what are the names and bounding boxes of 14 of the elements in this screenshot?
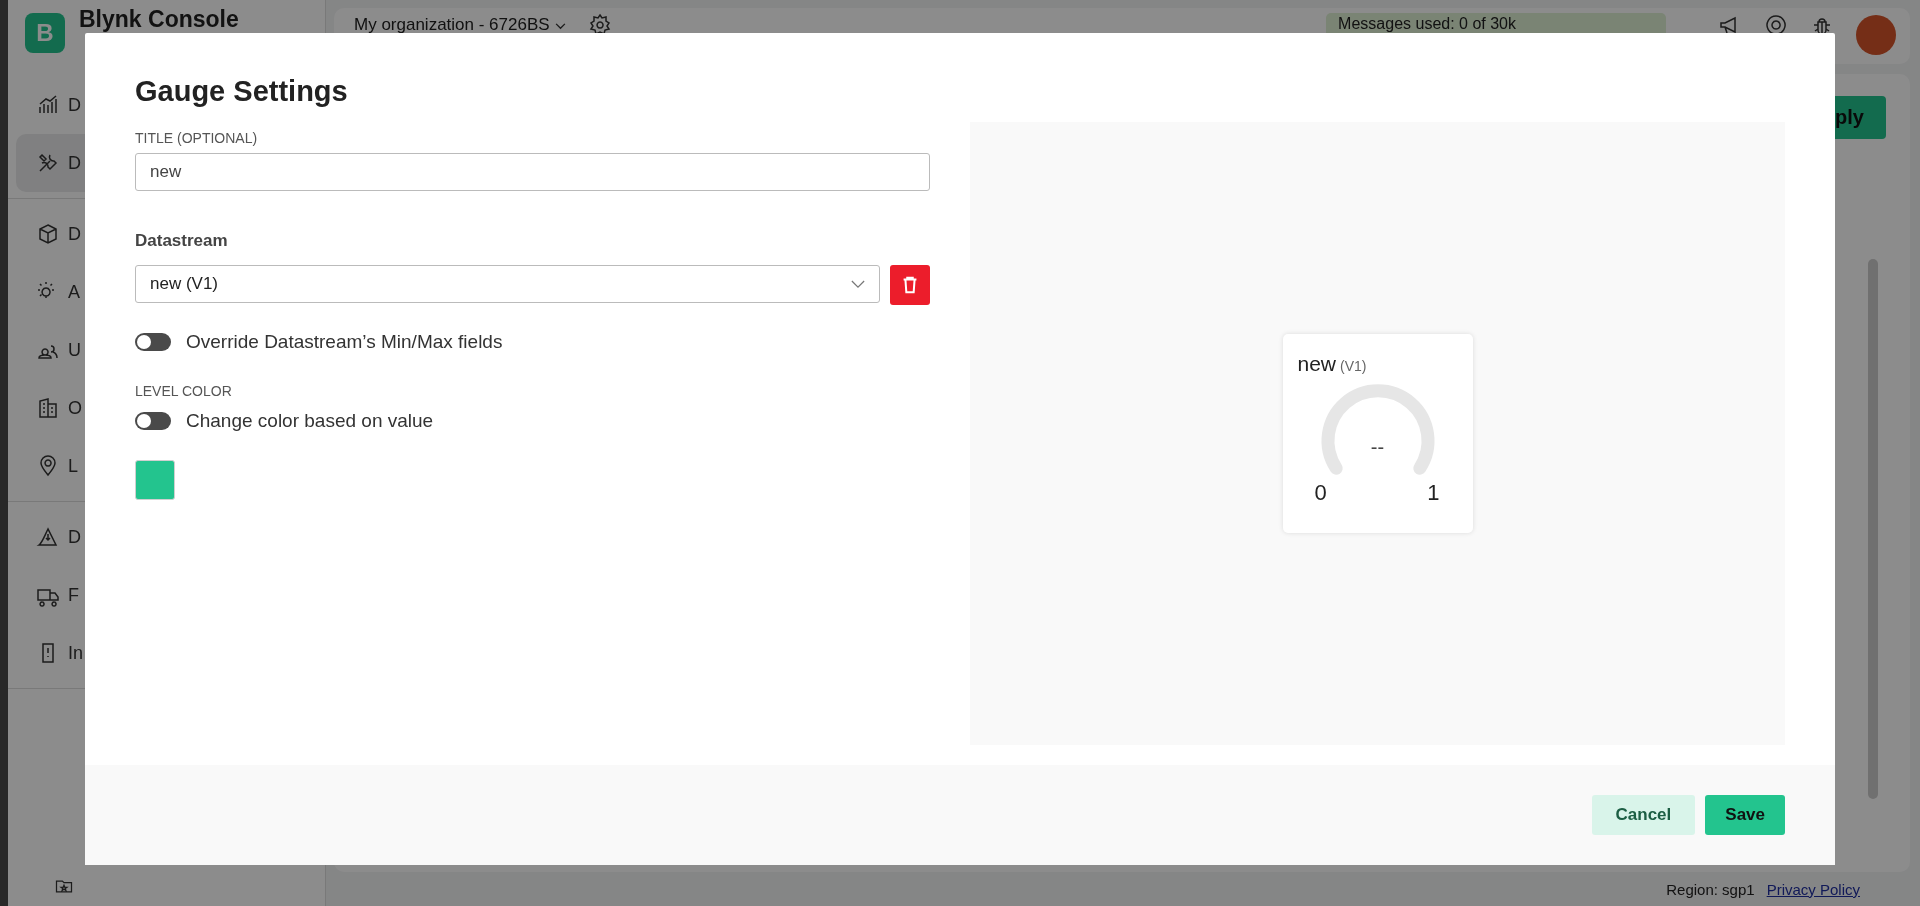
gauge-value: -- (1369, 436, 1386, 459)
dialog-title: Gauge Settings (135, 75, 348, 108)
region-label: Region: sgp1 (1666, 880, 1755, 898)
field-label: TITLE (OPTIONAL) (135, 130, 258, 146)
toggle-label: Override Datastream’s Min/Max fields (186, 331, 503, 353)
app-name: Blynk Console (79, 8, 239, 31)
toggle-label: Change color based on value (186, 410, 434, 432)
field-label: Datastream (135, 231, 228, 251)
logo-icon: B (25, 13, 65, 53)
gauge-min: 0 (1314, 480, 1327, 506)
section-label: LEVEL COLOR (135, 383, 232, 399)
widget-title: new (1297, 352, 1337, 376)
gauge-max: 1 (1427, 480, 1440, 506)
pin-label: (V1) (1340, 358, 1367, 374)
